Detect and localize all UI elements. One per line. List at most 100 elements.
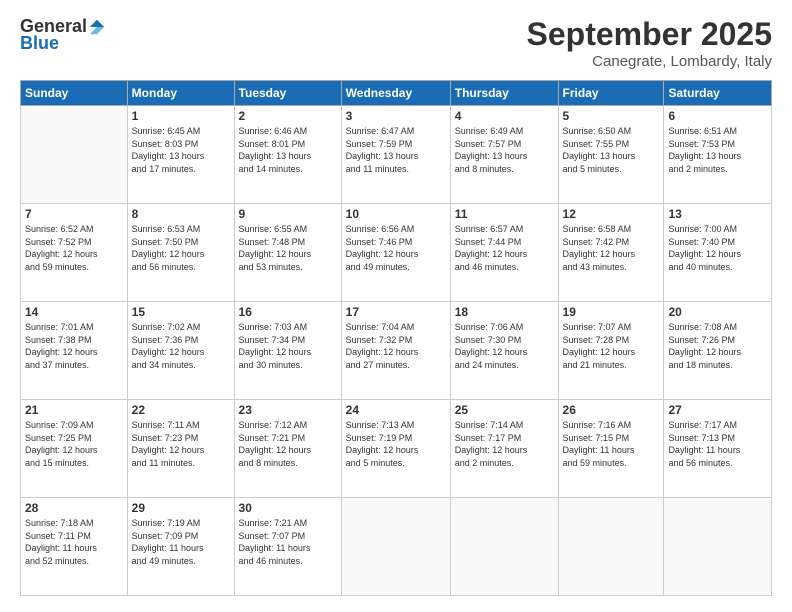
page: General Blue September 2025 Canegrate, L… <box>0 0 792 612</box>
day-number: 18 <box>455 305 554 319</box>
col-header-thursday: Thursday <box>450 81 558 106</box>
day-number: 9 <box>239 207 337 221</box>
calendar-cell: 2 Sunrise: 6:46 AM Sunset: 8:01 PM Daylig… <box>234 106 341 204</box>
day-info: Sunrise: 6:45 AM Sunset: 8:03 PM Dayligh… <box>132 125 230 175</box>
calendar-cell: 11 Sunrise: 6:57 AM Sunset: 7:44 PM Dayli… <box>450 204 558 302</box>
calendar-cell <box>664 498 772 596</box>
calendar-table: SundayMondayTuesdayWednesdayThursdayFrid… <box>20 80 772 596</box>
day-number: 11 <box>455 207 554 221</box>
day-info: Sunrise: 7:21 AM Sunset: 7:07 PM Dayligh… <box>239 517 337 567</box>
day-number: 14 <box>25 305 123 319</box>
day-number: 15 <box>132 305 230 319</box>
day-number: 13 <box>668 207 767 221</box>
calendar-cell: 25Sunrise: 7:14 AM Sunset: 7:17 PM Dayli… <box>450 400 558 498</box>
calendar-cell: 21Sunrise: 7:09 AM Sunset: 7:25 PM Dayli… <box>21 400 128 498</box>
day-number: 1 <box>132 109 230 123</box>
day-number: 8 <box>132 207 230 221</box>
col-header-sunday: Sunday <box>21 81 128 106</box>
col-header-wednesday: Wednesday <box>341 81 450 106</box>
calendar-cell: 7 Sunrise: 6:52 AM Sunset: 7:52 PM Daylig… <box>21 204 128 302</box>
day-number: 3 <box>346 109 446 123</box>
day-number: 7 <box>25 207 123 221</box>
calendar-cell: 3 Sunrise: 6:47 AM Sunset: 7:59 PM Daylig… <box>341 106 450 204</box>
day-info: Sunrise: 7:19 AM Sunset: 7:09 PM Dayligh… <box>132 517 230 567</box>
calendar-cell: 30Sunrise: 7:21 AM Sunset: 7:07 PM Dayli… <box>234 498 341 596</box>
month-title: September 2025 <box>527 16 772 53</box>
calendar-cell: 24 Sunrise: 7:13 AM Sunset: 7:19 PM Dayli… <box>341 400 450 498</box>
calendar-cell: 8 Sunrise: 6:53 AM Sunset: 7:50 PM Daylig… <box>127 204 234 302</box>
day-number: 22 <box>132 403 230 417</box>
day-info: Sunrise: 6:58 AM Sunset: 7:42 PM Dayligh… <box>563 223 660 273</box>
calendar-cell: 17 Sunrise: 7:04 AM Sunset: 7:32 PM Dayli… <box>341 302 450 400</box>
day-info: Sunrise: 6:46 AM Sunset: 8:01 PM Dayligh… <box>239 125 337 175</box>
calendar-cell <box>341 498 450 596</box>
day-info: Sunrise: 7:03 AM Sunset: 7:34 PM Dayligh… <box>239 321 337 371</box>
day-info: Sunrise: 7:04 AM Sunset: 7:32 PM Dayligh… <box>346 321 446 371</box>
title-block: September 2025 Canegrate, Lombardy, Ital… <box>527 16 772 70</box>
calendar-cell: 14 Sunrise: 7:01 AM Sunset: 7:38 PM Dayli… <box>21 302 128 400</box>
day-number: 17 <box>346 305 446 319</box>
day-number: 6 <box>668 109 767 123</box>
calendar-cell: 5 Sunrise: 6:50 AM Sunset: 7:55 PM Daylig… <box>558 106 664 204</box>
calendar-cell: 6 Sunrise: 6:51 AM Sunset: 7:53 PM Daylig… <box>664 106 772 204</box>
calendar-cell: 26 Sunrise: 7:16 AM Sunset: 7:15 PM Dayli… <box>558 400 664 498</box>
calendar-cell: 22 Sunrise: 7:11 AM Sunset: 7:23 PM Dayli… <box>127 400 234 498</box>
calendar-week-4: 21Sunrise: 7:09 AM Sunset: 7:25 PM Dayli… <box>21 400 772 498</box>
day-number: 16 <box>239 305 337 319</box>
calendar-cell: 23 Sunrise: 7:12 AM Sunset: 7:21 PM Dayli… <box>234 400 341 498</box>
calendar-cell <box>558 498 664 596</box>
day-info: Sunrise: 7:16 AM Sunset: 7:15 PM Dayligh… <box>563 419 660 469</box>
calendar-cell: 10 Sunrise: 6:56 AM Sunset: 7:46 PM Dayli… <box>341 204 450 302</box>
col-header-tuesday: Tuesday <box>234 81 341 106</box>
day-info: Sunrise: 7:02 AM Sunset: 7:36 PM Dayligh… <box>132 321 230 371</box>
calendar-cell: 29 Sunrise: 7:19 AM Sunset: 7:09 PM Dayli… <box>127 498 234 596</box>
day-info: Sunrise: 7:11 AM Sunset: 7:23 PM Dayligh… <box>132 419 230 469</box>
day-info: Sunrise: 7:17 AM Sunset: 7:13 PM Dayligh… <box>668 419 767 469</box>
logo-blue-text: Blue <box>20 33 59 54</box>
day-number: 19 <box>563 305 660 319</box>
day-number: 26 <box>563 403 660 417</box>
day-info: Sunrise: 7:09 AM Sunset: 7:25 PM Dayligh… <box>25 419 123 469</box>
calendar-cell <box>21 106 128 204</box>
day-info: Sunrise: 6:55 AM Sunset: 7:48 PM Dayligh… <box>239 223 337 273</box>
day-info: Sunrise: 7:13 AM Sunset: 7:19 PM Dayligh… <box>346 419 446 469</box>
day-number: 23 <box>239 403 337 417</box>
day-info: Sunrise: 7:12 AM Sunset: 7:21 PM Dayligh… <box>239 419 337 469</box>
day-info: Sunrise: 6:47 AM Sunset: 7:59 PM Dayligh… <box>346 125 446 175</box>
calendar-cell: 16 Sunrise: 7:03 AM Sunset: 7:34 PM Dayli… <box>234 302 341 400</box>
calendar-cell: 4Sunrise: 6:49 AM Sunset: 7:57 PM Daylig… <box>450 106 558 204</box>
day-number: 10 <box>346 207 446 221</box>
col-header-friday: Friday <box>558 81 664 106</box>
day-number: 2 <box>239 109 337 123</box>
calendar-cell: 19Sunrise: 7:07 AM Sunset: 7:28 PM Dayli… <box>558 302 664 400</box>
calendar-cell: 9 Sunrise: 6:55 AM Sunset: 7:48 PM Daylig… <box>234 204 341 302</box>
day-info: Sunrise: 6:57 AM Sunset: 7:44 PM Dayligh… <box>455 223 554 273</box>
day-info: Sunrise: 6:49 AM Sunset: 7:57 PM Dayligh… <box>455 125 554 175</box>
calendar-week-5: 28Sunrise: 7:18 AM Sunset: 7:11 PM Dayli… <box>21 498 772 596</box>
calendar-week-2: 7 Sunrise: 6:52 AM Sunset: 7:52 PM Daylig… <box>21 204 772 302</box>
day-number: 27 <box>668 403 767 417</box>
day-info: Sunrise: 6:53 AM Sunset: 7:50 PM Dayligh… <box>132 223 230 273</box>
calendar-cell: 27 Sunrise: 7:17 AM Sunset: 7:13 PM Dayli… <box>664 400 772 498</box>
day-number: 29 <box>132 501 230 515</box>
logo-icon <box>88 18 106 36</box>
day-number: 28 <box>25 501 123 515</box>
calendar-cell: 18Sunrise: 7:06 AM Sunset: 7:30 PM Dayli… <box>450 302 558 400</box>
calendar-cell: 12Sunrise: 6:58 AM Sunset: 7:42 PM Dayli… <box>558 204 664 302</box>
calendar-week-3: 14 Sunrise: 7:01 AM Sunset: 7:38 PM Dayli… <box>21 302 772 400</box>
col-header-monday: Monday <box>127 81 234 106</box>
day-info: Sunrise: 6:51 AM Sunset: 7:53 PM Dayligh… <box>668 125 767 175</box>
calendar-cell: 28Sunrise: 7:18 AM Sunset: 7:11 PM Dayli… <box>21 498 128 596</box>
day-number: 5 <box>563 109 660 123</box>
day-number: 25 <box>455 403 554 417</box>
day-info: Sunrise: 7:01 AM Sunset: 7:38 PM Dayligh… <box>25 321 123 371</box>
day-info: Sunrise: 7:00 AM Sunset: 7:40 PM Dayligh… <box>668 223 767 273</box>
day-info: Sunrise: 6:52 AM Sunset: 7:52 PM Dayligh… <box>25 223 123 273</box>
day-number: 20 <box>668 305 767 319</box>
day-number: 24 <box>346 403 446 417</box>
day-info: Sunrise: 6:50 AM Sunset: 7:55 PM Dayligh… <box>563 125 660 175</box>
calendar-week-1: 1 Sunrise: 6:45 AM Sunset: 8:03 PM Daylig… <box>21 106 772 204</box>
day-info: Sunrise: 6:56 AM Sunset: 7:46 PM Dayligh… <box>346 223 446 273</box>
calendar-cell: 15 Sunrise: 7:02 AM Sunset: 7:36 PM Dayli… <box>127 302 234 400</box>
calendar-cell <box>450 498 558 596</box>
